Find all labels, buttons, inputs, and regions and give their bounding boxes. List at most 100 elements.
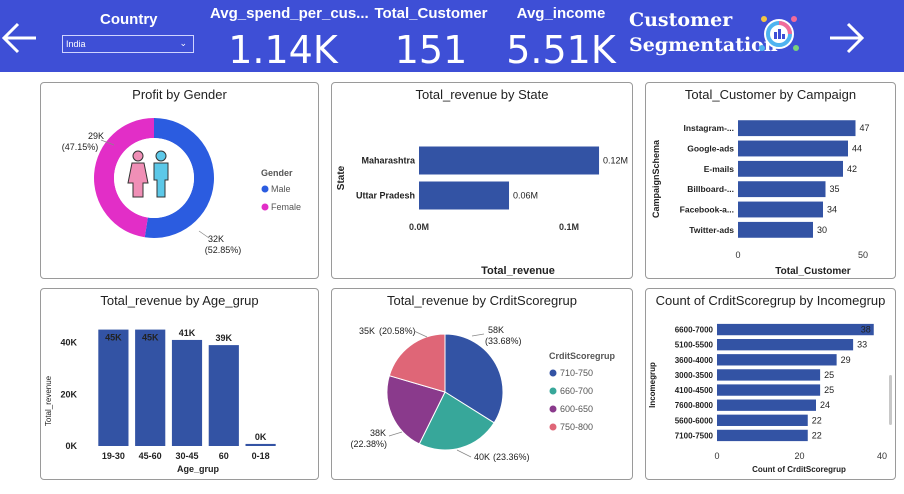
y-axis-label: State [336,165,347,190]
data-label: 45K [142,333,159,343]
bar[interactable] [717,354,837,366]
data-label: 25 [824,385,834,395]
bar[interactable] [717,399,816,411]
column-chart: 45K 19-30 45K 45-60 41K 30-45 39K 60 0K 0-18 0K 20K… [44,328,276,474]
country-label: Country [100,11,158,28]
category-label: 6600-7000 [675,326,714,335]
category-label: 30-45 [175,451,198,461]
card-customer-by-campaign: Total_Customer by Campaign Instagram-...… [645,82,896,279]
category-label: 3600-4000 [675,356,714,365]
data-label: 39K [216,333,233,343]
legend-marker-female [261,203,269,211]
bar[interactable] [419,181,510,210]
bar[interactable] [717,323,874,336]
bar[interactable] [738,181,826,198]
card-credit-by-income: Count of CrditScoregrup by Incomegrup 66… [645,288,896,480]
card-revenue-by-state: Total_revenue by State Maharashtra 0.12M U… [331,82,633,279]
data-label-pct: (23.36%) [493,452,530,462]
y-axis-label: Incomegrup [648,362,657,408]
card-revenue-by-age: Total_revenue by Age_grup 45K 19-30 45K 45-… [40,288,319,480]
bar[interactable] [717,369,821,381]
bar[interactable] [98,329,129,446]
category-label: Uttar Pradesh [356,191,415,201]
kpi-total-customer-title: Total_Customer [374,5,488,22]
data-label-female: 29K [88,131,104,141]
bar[interactable] [738,221,813,238]
data-label: 35 [830,184,840,194]
bar[interactable] [738,120,856,137]
category-label: 60 [219,451,229,461]
legend-entry-male: Male [271,184,291,194]
kpi-total-customer-value: 151 [394,28,468,72]
bar-chart: Instagram-... 47 Google-ads 44 E-mails 42 Bill… [651,120,870,277]
x-axis-label: Age_grup [177,464,220,474]
x-axis-label: Total_Customer [775,266,850,277]
data-label: 41K [179,328,196,338]
category-label: 5100-5500 [675,341,714,350]
bar-chart: 6600-7000 38 5100-5500 33 3600-4000 29 3000-35… [648,323,892,474]
bar[interactable] [717,384,821,396]
tick-label: 0K [65,441,77,451]
bar[interactable] [135,329,166,446]
country-selected-value: India [66,39,86,49]
y-axis-label: CampaignSchema [651,139,661,218]
category-label: Twitter-ads [689,225,734,235]
country-dropdown[interactable]: India ⌄ [62,35,194,53]
data-label: 0K [255,432,267,442]
arrow-left-icon[interactable] [0,18,40,58]
tick-label: 0 [735,250,740,260]
data-label: 0.06M [513,191,538,201]
bar[interactable] [717,429,808,442]
legend-marker-male [261,185,269,193]
x-axis-label: Total_revenue [481,265,555,277]
kpi-avg-income-value: 5.51K [506,28,616,72]
data-label: 38 [861,325,871,335]
kpi-avg-income-title: Avg_income [516,5,606,22]
tick-label: 0.0M [409,222,429,232]
x-axis-label: Count of CrditScoregrup [752,465,846,474]
legend-entry: 660-700 [560,386,593,396]
legend-marker [549,405,557,413]
bar[interactable] [738,201,823,218]
data-label: 38K [370,428,386,438]
bar[interactable] [738,140,848,157]
bar[interactable] [245,443,276,446]
legend-entry: 600-650 [560,404,593,414]
bar[interactable] [717,339,854,351]
bar[interactable] [419,146,600,175]
data-label: 40K [474,452,490,462]
bar[interactable] [738,160,843,177]
legend-title: CrditScoregrup [549,351,616,361]
data-label: 22 [812,430,822,440]
data-label: 47 [860,123,870,133]
data-label: 33 [857,340,867,350]
bar[interactable] [208,345,239,446]
scrollbar[interactable] [889,375,892,425]
legend-marker [549,369,557,377]
tick-label: 20K [60,389,77,399]
legend-entry: 750-800 [560,422,593,432]
pie-chart: 35K (20.58%) 58K(33.68%)40K (23.36%)38K(… [350,325,616,462]
data-label-male: 32K [208,234,224,244]
data-label-pct: (33.68%) [485,336,522,346]
legend-entry: 710-750 [560,368,593,378]
category-label: Instagram-... [683,123,734,133]
bar[interactable] [717,414,808,426]
legend-marker [549,423,557,431]
category-label: 7600-8000 [675,401,714,410]
kpi-avg-spend-title: Avg_spend_per_cus... [210,5,369,22]
category-label: 7100-7500 [675,431,714,440]
category-label: 3000-3500 [675,371,714,380]
data-label: 25 [824,370,834,380]
tick-label: 40 [877,451,887,461]
data-label: 42 [847,164,857,174]
arrow-right-icon[interactable] [826,18,866,58]
data-label-pct: (22.38%) [350,439,387,449]
chevron-down-icon: ⌄ [179,38,187,48]
data-label: 58K [488,325,504,335]
tick-label: 0 [714,451,719,461]
bar[interactable] [171,339,203,446]
card-profit-by-gender: Profit by Gender 29K (47.15%) 32K (52.85… [40,82,319,279]
header-banner: Country India ⌄ Avg_spend_per_cus... 1.1… [0,0,904,72]
category-label: Maharashtra [361,156,416,166]
